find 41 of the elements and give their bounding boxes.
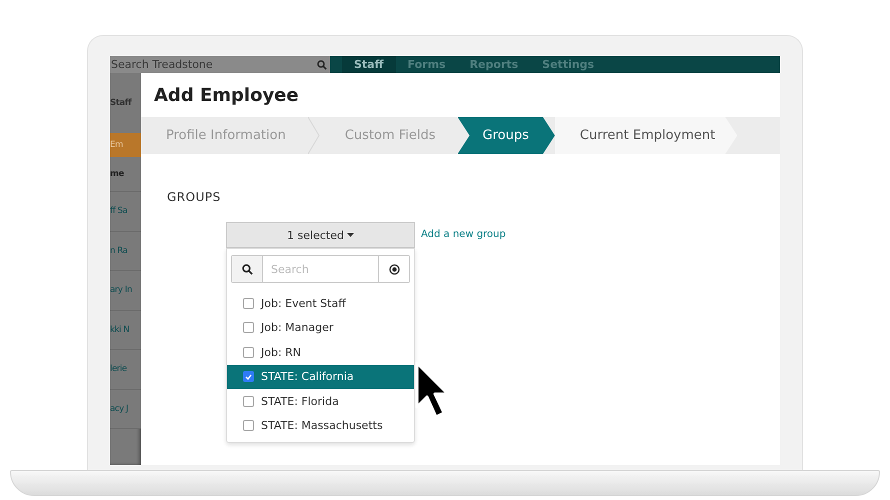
add-button[interactable]: Em (110, 133, 141, 157)
clear-icon[interactable] (388, 264, 400, 274)
search-icon (242, 264, 252, 274)
employee-link[interactable]: n Ra (110, 232, 141, 271)
groups-dropdown[interactable]: 1 selected (226, 222, 415, 248)
group-option[interactable]: Job: Manager (227, 316, 414, 340)
nav-tab[interactable]: Forms (396, 56, 458, 73)
employee-link[interactable]: lerie (110, 350, 141, 390)
search-box[interactable]: Search (231, 255, 410, 283)
search-field[interactable]: Search Treadstone (111, 58, 291, 71)
group-option[interactable]: STATE: Massachusetts (227, 414, 414, 438)
employee-link[interactable]: ff Sa (110, 192, 141, 232)
nav-tab[interactable]: Staff (342, 56, 396, 73)
wizard-step[interactable]: Profile Information (141, 117, 308, 154)
group-option[interactable]: Job: Event Staff (227, 291, 414, 316)
checkbox[interactable] (243, 371, 254, 382)
checkbox[interactable] (243, 396, 254, 407)
checkbox[interactable] (243, 346, 254, 358)
checkbox[interactable] (243, 298, 254, 309)
employee-link[interactable]: kki N (110, 310, 141, 350)
employee-link[interactable]: acy J (110, 390, 141, 429)
wizard-step[interactable]: Custom Fields (320, 117, 458, 154)
nav-tab[interactable]: Reports (458, 56, 530, 73)
page-heading: Staff (110, 73, 141, 133)
group-option[interactable]: STATE: California (227, 364, 414, 389)
caret-icon (346, 232, 354, 238)
search-box[interactable]: Search Treadstone (110, 56, 330, 73)
employee-link[interactable]: ary In (110, 271, 141, 310)
search-icon (317, 60, 327, 70)
checkbox[interactable] (243, 322, 254, 334)
group-option[interactable]: Job: RN (227, 340, 414, 364)
wizard-step[interactable]: Groups (458, 117, 555, 154)
wizard-step[interactable]: Current Employment (554, 117, 738, 154)
section-heading: GROUPS (167, 190, 222, 204)
group-option[interactable]: STATE: Florida (227, 389, 414, 414)
nav-tab[interactable]: Settings (530, 56, 606, 73)
step-divider (308, 117, 320, 154)
add-group-link[interactable]: Add a new group (421, 229, 506, 240)
modal-title: Add Employee (153, 84, 300, 108)
checkbox[interactable] (243, 420, 254, 432)
column-header: me (110, 157, 141, 192)
